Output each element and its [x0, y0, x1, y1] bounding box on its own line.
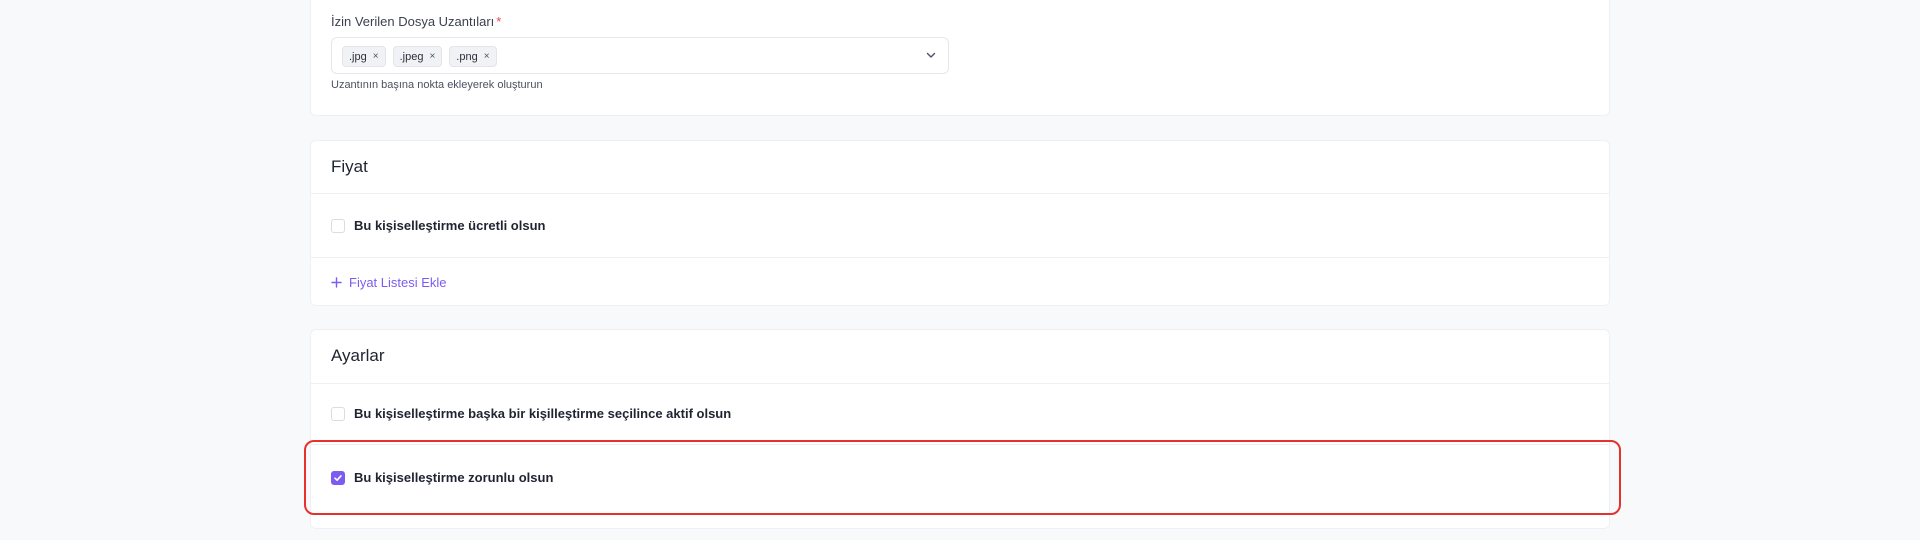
plus-icon — [331, 277, 342, 288]
required-checkbox-row[interactable]: Bu kişiselleştirme zorunlu olsun — [331, 470, 553, 485]
close-icon[interactable]: × — [429, 51, 435, 62]
conditional-checkbox-row[interactable]: Bu kişiselleştirme başka bir kişilleştir… — [331, 406, 731, 421]
required-checkbox[interactable] — [331, 470, 345, 485]
conditional-checkbox-label: Bu kişiselleştirme başka bir kişilleştir… — [354, 406, 732, 421]
extension-tag: .jpeg × — [392, 46, 443, 67]
price-card: Fiyat Bu kişiselleştirme ücretli olsun F… — [310, 140, 1610, 306]
settings-section-title: Ayarlar — [331, 346, 385, 365]
divider — [311, 444, 1609, 445]
settings-card: Ayarlar Bu kişiselleştirme başka bir kiş… — [310, 329, 1610, 529]
extension-tags: .jpg × .jpeg × .png × — [342, 46, 497, 67]
close-icon[interactable]: × — [373, 51, 379, 62]
add-price-list-button[interactable]: Fiyat Listesi Ekle — [331, 275, 447, 290]
required-mark: * — [496, 14, 502, 29]
extensions-field-label: İzin Verilen Dosya Uzantıları * — [331, 14, 501, 29]
extension-tag: .jpg × — [342, 46, 386, 67]
extension-tag-label: .jpg — [349, 50, 367, 63]
chevron-down-icon[interactable] — [924, 48, 938, 62]
file-extensions-card: İzin Verilen Dosya Uzantıları * .jpg × .j… — [310, 0, 1610, 116]
extensions-helper-text: Uzantının başına nokta ekleyerek oluştur… — [331, 79, 543, 91]
conditional-checkbox[interactable] — [331, 406, 345, 421]
extension-tag-label: .jpeg — [399, 50, 424, 63]
price-section-title: Fiyat — [331, 157, 368, 176]
extension-tag-label: .png — [456, 50, 478, 63]
add-price-list-label: Fiyat Listesi Ekle — [349, 275, 447, 290]
extensions-multiselect[interactable]: .jpg × .jpeg × .png × — [331, 37, 949, 74]
divider — [311, 383, 1609, 384]
extension-tag: .png × — [449, 46, 497, 67]
close-icon[interactable]: × — [484, 51, 490, 62]
required-checkbox-label: Bu kişiselleştirme zorunlu olsun — [354, 470, 554, 485]
divider — [311, 193, 1609, 194]
paid-checkbox-row[interactable]: Bu kişiselleştirme ücretli olsun — [331, 218, 545, 233]
paid-checkbox[interactable] — [331, 218, 345, 233]
divider — [311, 257, 1609, 258]
extensions-label-text: İzin Verilen Dosya Uzantıları — [331, 14, 495, 29]
check-icon — [334, 474, 342, 481]
paid-checkbox-label: Bu kişiselleştirme ücretli olsun — [354, 218, 546, 233]
